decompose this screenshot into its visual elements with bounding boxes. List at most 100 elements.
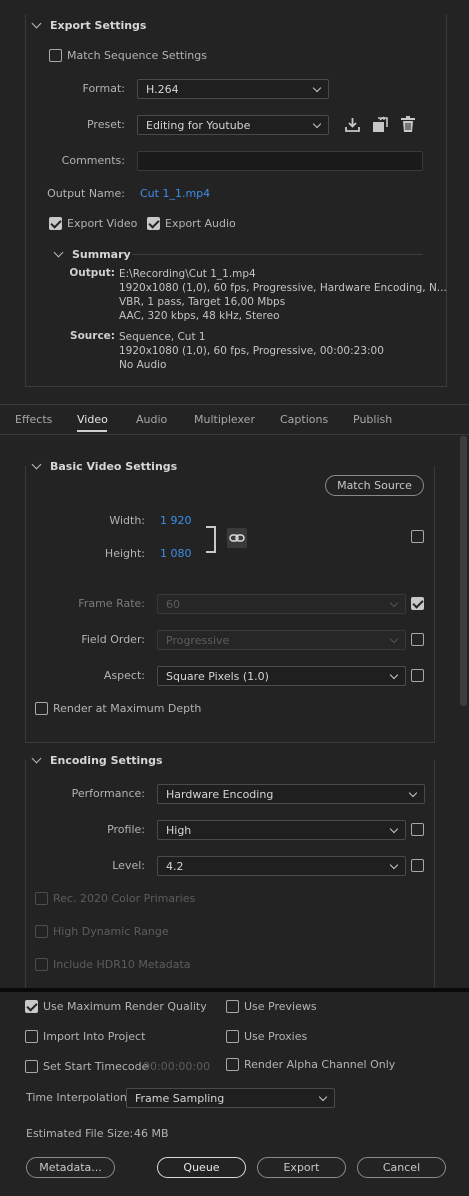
summary-output-line: VBR, 1 pass, Target 16,00 Mbps	[119, 296, 286, 308]
chevron-down-icon	[312, 119, 322, 129]
level-label: Level:	[112, 859, 145, 872]
aspect-checkbox[interactable]	[411, 669, 424, 682]
profile-value: High	[166, 824, 192, 837]
summary-source-line: 1920x1080 (1,0), 60 fps, Progressive, 00…	[119, 345, 384, 357]
tab-multiplexer[interactable]: Multiplexer	[194, 413, 255, 426]
import-preset-icon[interactable]	[371, 116, 389, 133]
chevron-down-icon	[31, 753, 42, 764]
aspect-label: Aspect:	[103, 669, 145, 682]
field-order-checkbox[interactable]	[411, 633, 424, 646]
summary-source-line: Sequence, Cut 1	[119, 331, 206, 343]
chevron-down-icon	[312, 83, 322, 93]
preset-select[interactable]: Editing for Youtube	[137, 115, 329, 135]
profile-label: Profile:	[107, 823, 145, 836]
comments-input[interactable]	[137, 151, 423, 171]
export-settings-header[interactable]: Export Settings	[31, 18, 146, 32]
height-label: Height:	[104, 547, 145, 560]
scrollbar-thumb[interactable]	[460, 436, 467, 706]
frame-rate-checkbox[interactable]	[411, 597, 424, 610]
export-button[interactable]: Export	[257, 1157, 346, 1178]
chevron-down-icon	[389, 824, 399, 834]
width-value[interactable]: 1 920	[160, 514, 192, 527]
hdr-label: High Dynamic Range	[53, 925, 169, 938]
link-icon[interactable]	[227, 528, 247, 548]
render-max-depth-label: Render at Maximum Depth	[53, 702, 202, 715]
level-value: 4.2	[166, 860, 184, 873]
aspect-select[interactable]: Square Pixels (1.0)	[157, 666, 406, 686]
frame-rate-value: 60	[166, 598, 180, 611]
start-timecode-value[interactable]: 00:00:00:00	[143, 1060, 210, 1073]
level-checkbox[interactable]	[411, 859, 424, 872]
export-audio-checkbox[interactable]	[147, 217, 160, 230]
hdr-checkbox[interactable]	[35, 925, 48, 938]
summary-output-label: Output:	[69, 267, 115, 279]
level-select[interactable]: 4.2	[157, 856, 406, 876]
hdr10-label: Include HDR10 Metadata	[53, 958, 191, 971]
basic-video-title: Basic Video Settings	[50, 460, 178, 473]
import-project-checkbox[interactable]	[25, 1030, 38, 1043]
time-interp-select[interactable]: Frame Sampling	[126, 1088, 335, 1108]
summary-header[interactable]: Summary	[53, 247, 131, 261]
est-size-label: Estimated File Size:	[26, 1127, 134, 1140]
tab-publish[interactable]: Publish	[353, 413, 392, 426]
use-proxies-checkbox[interactable]	[226, 1030, 239, 1043]
rec2020-checkbox[interactable]	[35, 892, 48, 905]
encoding-title: Encoding Settings	[50, 754, 163, 767]
bottom-divider	[0, 988, 469, 992]
start-timecode-label: Set Start Timecode	[43, 1060, 149, 1073]
output-name-link[interactable]: Cut 1_1.mp4	[140, 187, 210, 200]
frame-rate-select[interactable]: 60	[157, 594, 406, 614]
export-video-label: Export Video	[67, 217, 138, 230]
profile-select[interactable]: High	[157, 820, 406, 840]
chevron-down-icon	[31, 459, 42, 470]
format-label: Format:	[82, 82, 125, 95]
preset-label: Preset:	[86, 118, 125, 131]
chevron-down-icon	[318, 1092, 328, 1102]
format-value: H.264	[146, 83, 179, 96]
match-sequence-checkbox[interactable]	[49, 49, 62, 62]
summary-output-line: 1920x1080 (1,0), 60 fps, Progressive, Ha…	[119, 282, 447, 294]
export-video-checkbox[interactable]	[49, 217, 62, 230]
rec2020-label: Rec. 2020 Color Primaries	[53, 892, 196, 905]
match-source-button[interactable]: Match Source	[325, 475, 424, 496]
profile-checkbox[interactable]	[411, 823, 424, 836]
hdr10-checkbox[interactable]	[35, 958, 48, 971]
export-audio-label: Export Audio	[165, 217, 236, 230]
tab-captions[interactable]: Captions	[280, 413, 328, 426]
cancel-button[interactable]: Cancel	[357, 1157, 446, 1178]
basic-video-header[interactable]: Basic Video Settings	[31, 459, 178, 473]
chevron-down-icon	[53, 247, 64, 258]
use-max-quality-label: Use Maximum Render Quality	[43, 1000, 207, 1013]
start-timecode-checkbox[interactable]	[25, 1060, 38, 1073]
tab-video[interactable]: Video	[77, 413, 108, 426]
chevron-down-icon	[31, 18, 42, 29]
chevron-down-icon	[389, 598, 399, 608]
width-label: Width:	[109, 514, 145, 527]
summary-output-line: E:\Recording\Cut 1_1.mp4	[119, 268, 256, 280]
chevron-down-icon	[408, 788, 418, 798]
height-value[interactable]: 1 080	[160, 547, 192, 560]
use-previews-checkbox[interactable]	[226, 1000, 239, 1013]
encoding-header[interactable]: Encoding Settings	[31, 753, 163, 767]
tab-effects[interactable]: Effects	[15, 413, 52, 426]
field-order-label: Field Order:	[81, 633, 145, 646]
alpha-only-checkbox[interactable]	[226, 1058, 239, 1071]
tab-audio[interactable]: Audio	[136, 413, 167, 426]
performance-value: Hardware Encoding	[166, 788, 274, 801]
chevron-down-icon	[389, 670, 399, 680]
performance-select[interactable]: Hardware Encoding	[157, 784, 425, 804]
render-max-depth-checkbox[interactable]	[35, 702, 48, 715]
use-max-quality-checkbox[interactable]	[25, 1000, 38, 1013]
est-size-value: 46 MB	[134, 1127, 169, 1140]
queue-button[interactable]: Queue	[157, 1157, 246, 1178]
summary-source-label: Source:	[70, 330, 115, 342]
metadata-button[interactable]: Metadata...	[26, 1157, 115, 1178]
save-preset-icon[interactable]	[344, 117, 361, 133]
trash-icon[interactable]	[400, 116, 416, 133]
resize-checkbox[interactable]	[411, 530, 424, 543]
field-order-select[interactable]: Progressive	[157, 630, 406, 650]
format-select[interactable]: H.264	[137, 79, 329, 99]
use-proxies-label: Use Proxies	[244, 1030, 308, 1043]
match-sequence-label: Match Sequence Settings	[67, 49, 207, 62]
summary-output-line: AAC, 320 kbps, 48 kHz, Stereo	[119, 310, 280, 322]
